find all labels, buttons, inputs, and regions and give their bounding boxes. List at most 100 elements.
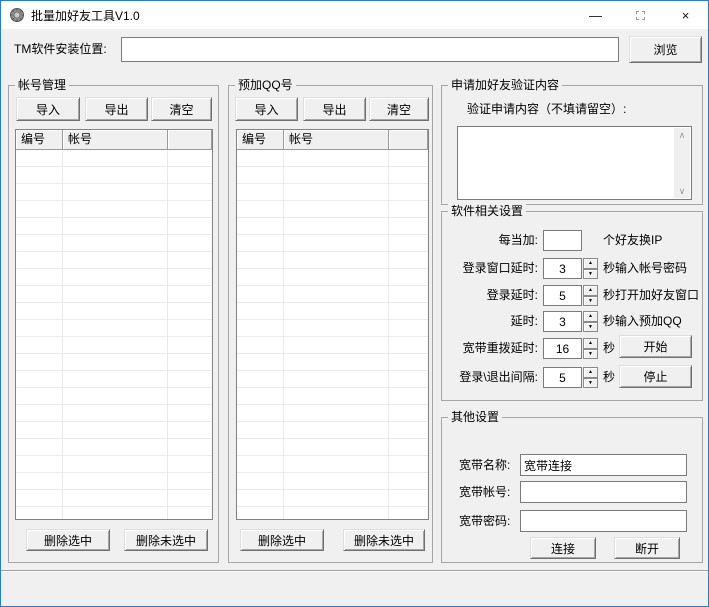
window-controls: — × — [573, 1, 708, 29]
broadband-account-input[interactable] — [520, 481, 687, 503]
start-button[interactable]: 开始 — [619, 335, 692, 358]
column-header-account[interactable]: 帐号 — [284, 130, 389, 150]
maximize-button[interactable] — [618, 1, 663, 29]
verify-group-title: 申请加好友验证内容 — [448, 78, 563, 92]
install-path-label: TM软件安装位置: — [14, 42, 107, 56]
redial-delay-label: 宽带重拨延时: — [462, 341, 538, 355]
scroll-down-icon[interactable]: ∨ — [674, 184, 690, 198]
setting-row-login-window-delay: 登录窗口延时: ▲ ▼ 秒输入帐号密码 — [448, 258, 696, 280]
delay-input[interactable] — [543, 311, 582, 332]
account-list-header: 编号 帐号 — [16, 130, 212, 150]
account-import-button[interactable]: 导入 — [16, 97, 80, 121]
preadd-qq-group: 预加QQ号 导入 导出 清空 编号 帐号 删除选中 删除未选中 — [228, 78, 433, 563]
spinner-up-button[interactable]: ▲ — [583, 367, 598, 378]
login-logout-interval-label: 登录\退出间隔: — [459, 370, 538, 384]
maximize-icon — [636, 10, 645, 20]
app-window: 批量加好友工具V1.0 — × TM软件安装位置: 浏览 帐号管理 导入 导出 … — [0, 0, 709, 607]
spinner-down-button[interactable]: ▼ — [583, 377, 598, 388]
broadband-account-row: 宽带帐号: — [442, 481, 702, 503]
per-add-suffix: 个好友换IP — [603, 233, 663, 247]
software-settings-group: 软件相关设置 每当加: 个好友换IP 登录窗口延时: ▲ ▼ 秒输入帐号密码 登… — [441, 204, 703, 401]
spinner-down-button[interactable]: ▼ — [583, 348, 598, 359]
disconnect-button[interactable]: 断开 — [614, 537, 680, 559]
preadd-import-button[interactable]: 导入 — [235, 97, 298, 121]
preadd-list[interactable]: 编号 帐号 — [236, 129, 429, 520]
login-window-delay-input[interactable] — [543, 258, 582, 279]
account-management-group: 帐号管理 导入 导出 清空 编号 帐号 删除选中 删除未选中 — [8, 78, 219, 563]
account-delete-unselected-button[interactable]: 删除未选中 — [124, 529, 208, 551]
spinner-up-button[interactable]: ▲ — [583, 258, 598, 269]
column-header-account[interactable]: 帐号 — [63, 130, 168, 150]
connect-button[interactable]: 连接 — [530, 537, 596, 559]
login-logout-interval-suffix: 秒 — [603, 370, 616, 384]
login-window-delay-label: 登录窗口延时: — [462, 261, 538, 275]
broadband-name-label: 宽带名称: — [459, 458, 511, 472]
login-delay-suffix: 秒打开加好友窗口 — [603, 288, 700, 302]
account-delete-selected-button[interactable]: 删除选中 — [26, 529, 110, 551]
broadband-password-input[interactable] — [520, 510, 687, 532]
preadd-export-button[interactable]: 导出 — [303, 97, 366, 121]
broadband-name-input[interactable] — [520, 454, 687, 476]
per-add-count-input[interactable] — [543, 230, 582, 251]
delay-spinner: ▲ ▼ — [583, 311, 598, 332]
verify-content-group: 申请加好友验证内容 验证申请内容（不填请留空）: ∧ ∨ — [441, 78, 703, 205]
broadband-password-label: 宽带密码: — [459, 514, 511, 528]
close-icon: × — [681, 7, 690, 23]
login-window-delay-suffix: 秒输入帐号密码 — [603, 261, 688, 275]
vertical-scrollbar[interactable]: ∧ ∨ — [674, 128, 690, 198]
login-delay-label: 登录延时: — [486, 288, 538, 302]
broadband-account-label: 宽带帐号: — [459, 485, 511, 499]
preadd-delete-selected-button[interactable]: 删除选中 — [240, 529, 324, 551]
preadd-group-title: 预加QQ号 — [235, 78, 296, 92]
login-logout-interval-spinner: ▲ ▼ — [583, 367, 598, 388]
minimize-button[interactable]: — — [573, 1, 618, 29]
settings-group-title: 软件相关设置 — [448, 204, 527, 218]
spinner-up-button[interactable]: ▲ — [583, 338, 598, 349]
login-delay-input[interactable] — [543, 285, 582, 306]
verify-content-textarea[interactable]: ∧ ∨ — [457, 126, 692, 200]
other-group-title: 其他设置 — [448, 410, 503, 424]
minimize-icon: — — [589, 7, 602, 23]
setting-row-per-add: 每当加: 个好友换IP — [448, 230, 696, 252]
bottom-divider — [1, 570, 708, 572]
spinner-down-button[interactable]: ▼ — [583, 321, 598, 332]
redial-delay-suffix: 秒 — [603, 341, 616, 355]
stop-button[interactable]: 停止 — [619, 365, 692, 388]
account-list[interactable]: 编号 帐号 — [15, 129, 213, 520]
broadband-name-row: 宽带名称: — [442, 454, 702, 476]
scroll-up-icon[interactable]: ∧ — [674, 128, 690, 142]
titlebar: 批量加好友工具V1.0 — × — [1, 1, 708, 29]
column-header-number[interactable]: 编号 — [16, 130, 63, 150]
spinner-down-button[interactable]: ▼ — [583, 268, 598, 279]
app-icon — [10, 8, 24, 22]
login-logout-interval-input[interactable] — [543, 367, 582, 388]
verify-content-label: 验证申请内容（不填请留空）: — [467, 102, 627, 116]
account-clear-button[interactable]: 清空 — [151, 97, 212, 121]
preadd-clear-button[interactable]: 清空 — [369, 97, 429, 121]
install-path-input[interactable] — [121, 37, 619, 62]
setting-row-delay: 延时: ▲ ▼ 秒输入预加QQ — [448, 311, 696, 333]
preadd-delete-unselected-button[interactable]: 删除未选中 — [343, 529, 425, 551]
close-button[interactable]: × — [663, 1, 708, 29]
account-export-button[interactable]: 导出 — [85, 97, 148, 121]
broadband-password-row: 宽带密码: — [442, 510, 702, 532]
browse-button[interactable]: 浏览 — [629, 36, 702, 63]
spinner-up-button[interactable]: ▲ — [583, 311, 598, 322]
column-header-number[interactable]: 编号 — [237, 130, 284, 150]
window-title: 批量加好友工具V1.0 — [31, 8, 140, 23]
column-header-blank[interactable] — [168, 130, 212, 150]
account-group-title: 帐号管理 — [15, 78, 70, 92]
preadd-list-body[interactable] — [237, 150, 428, 519]
spinner-down-button[interactable]: ▼ — [583, 295, 598, 306]
redial-delay-input[interactable] — [543, 338, 582, 359]
column-header-blank[interactable] — [389, 130, 428, 150]
delay-suffix: 秒输入预加QQ — [603, 314, 682, 328]
delay-label: 延时: — [510, 314, 538, 328]
redial-delay-spinner: ▲ ▼ — [583, 338, 598, 359]
login-delay-spinner: ▲ ▼ — [583, 285, 598, 306]
setting-row-login-delay: 登录延时: ▲ ▼ 秒打开加好友窗口 — [448, 285, 700, 307]
login-window-delay-spinner: ▲ ▼ — [583, 258, 598, 279]
account-list-body[interactable] — [16, 150, 212, 519]
per-add-label: 每当加: — [498, 233, 538, 247]
spinner-up-button[interactable]: ▲ — [583, 285, 598, 296]
